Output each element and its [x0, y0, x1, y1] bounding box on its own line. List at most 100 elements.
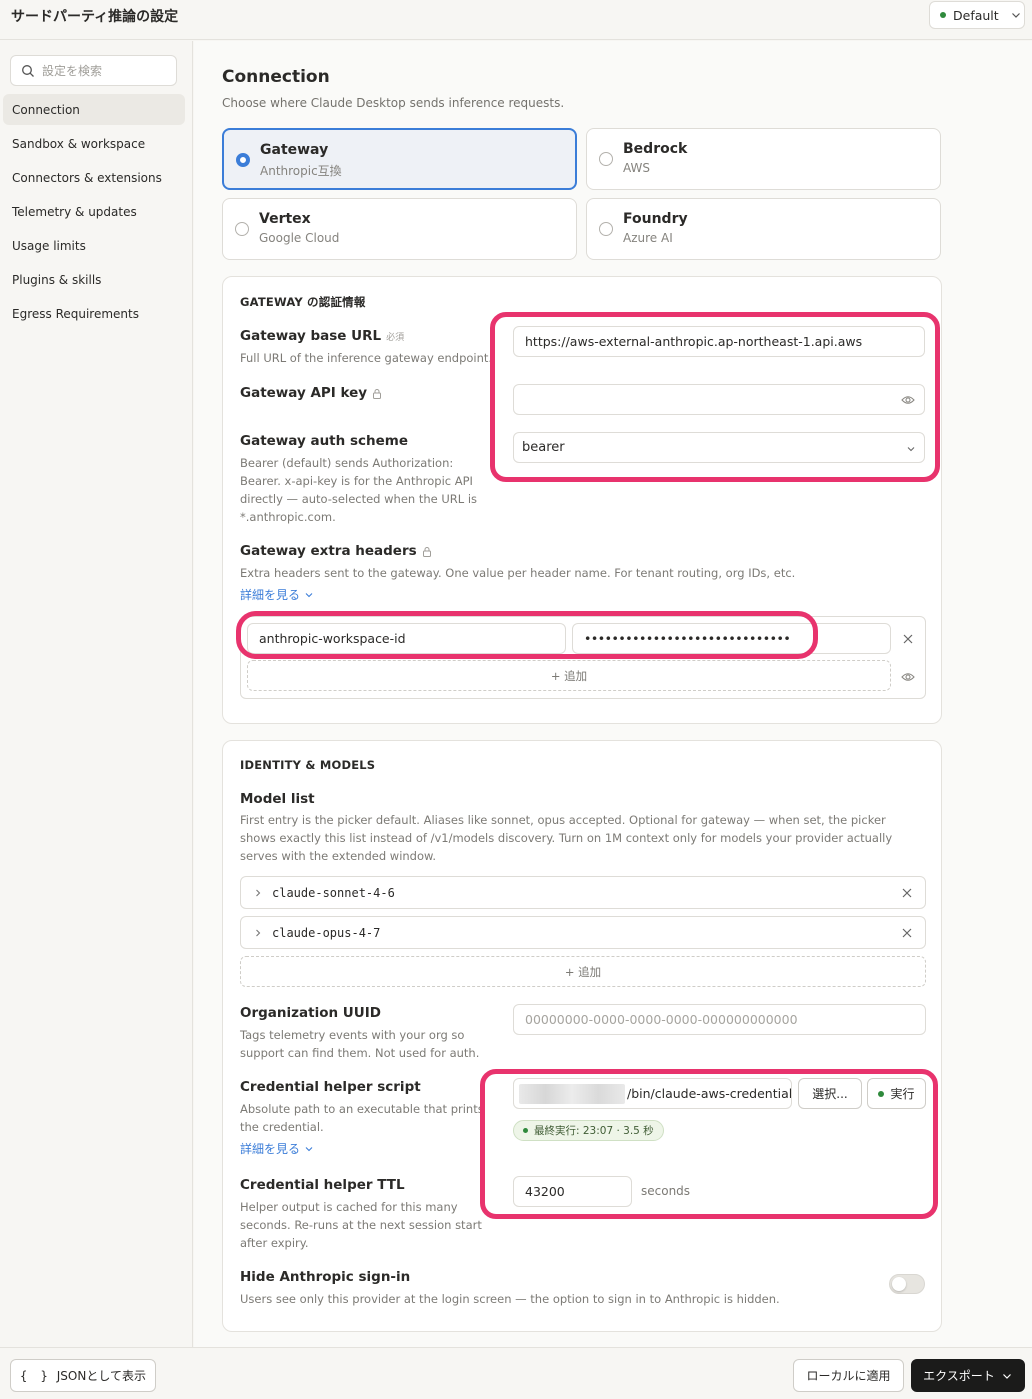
- chevron-down-icon: [305, 592, 313, 597]
- status-dot-icon: [523, 1128, 528, 1133]
- provider-sub: Anthropic互換: [260, 164, 342, 178]
- provider-sub: AWS: [623, 161, 651, 175]
- model-list-hint: First entry is the picker default. Alias…: [240, 813, 893, 863]
- auth-scheme-select[interactable]: bearer: [513, 432, 925, 463]
- profile-select[interactable]: Default: [929, 1, 1025, 29]
- ttl-label: Credential helper TTL: [240, 1177, 405, 1193]
- provider-name: Vertex: [259, 211, 311, 227]
- sidebar-item-connection[interactable]: Connection: [3, 94, 185, 125]
- provider-name: Foundry: [623, 211, 688, 227]
- ttl-unit: seconds: [641, 1184, 691, 1198]
- model-name: claude-sonnet-4-6: [272, 885, 395, 900]
- sidebar-item-sandbox-workspace[interactable]: Sandbox & workspace: [3, 128, 185, 159]
- page-title: Connection: [222, 67, 330, 87]
- extra-headers-details-link[interactable]: 詳細を見る: [240, 586, 314, 603]
- base-url-label: Gateway base URL 必須: [240, 328, 405, 344]
- header-value-input[interactable]: ••••••••••••••••••••••••••••••: [572, 623, 891, 654]
- profile-label: Default: [953, 7, 999, 23]
- add-header-button[interactable]: + 追加: [247, 660, 891, 691]
- auth-scheme-label: Gateway auth scheme: [240, 433, 408, 449]
- eye-icon[interactable]: [901, 671, 915, 683]
- chevron-right-icon[interactable]: [253, 888, 263, 898]
- sidebar-item-egress-requirements[interactable]: Egress Requirements: [3, 298, 185, 329]
- chevron-right-icon[interactable]: [253, 928, 263, 938]
- close-icon[interactable]: [900, 886, 914, 900]
- section-title: IDENTITY & MODELS: [240, 758, 376, 772]
- auth-scheme-value: bearer: [522, 440, 565, 455]
- sidebar-item-telemetry-updates[interactable]: Telemetry & updates: [3, 196, 185, 227]
- credential-helper-hint: Absolute path to an executable that prin…: [240, 1102, 484, 1134]
- eye-icon[interactable]: [901, 394, 915, 406]
- radio-selected-icon: [236, 153, 250, 167]
- org-uuid-input[interactable]: 00000000-0000-0000-0000-000000000000: [513, 1004, 926, 1035]
- provider-vertex[interactable]: Vertex Google Cloud: [222, 198, 577, 260]
- choose-file-button[interactable]: 選択...: [798, 1078, 862, 1109]
- base-url-input[interactable]: https://aws-external-anthropic.ap-northe…: [513, 326, 925, 357]
- status-dot-icon: [878, 1090, 885, 1097]
- model-name: claude-opus-4-7: [272, 925, 381, 940]
- provider-name: Bedrock: [623, 141, 688, 157]
- org-uuid-hint: Tags telemetry events with your org so s…: [240, 1028, 480, 1060]
- page-subtitle: Choose where Claude Desktop sends infere…: [222, 96, 565, 110]
- hide-signin-toggle[interactable]: [889, 1274, 925, 1294]
- ttl-input[interactable]: 43200: [513, 1176, 632, 1207]
- search-icon: [22, 64, 34, 77]
- run-helper-button[interactable]: 実行: [867, 1078, 926, 1109]
- radio-icon: [599, 152, 613, 166]
- sidebar-item-usage-limits[interactable]: Usage limits: [3, 230, 185, 261]
- model-row[interactable]: claude-sonnet-4-6: [240, 876, 926, 909]
- header-name-input[interactable]: anthropic-workspace-id: [247, 623, 566, 654]
- status-dot-icon: [940, 12, 946, 18]
- chevron-down-icon: [1002, 1373, 1011, 1379]
- provider-name: Gateway: [260, 142, 329, 158]
- close-icon[interactable]: [900, 926, 914, 940]
- credential-helper-details-link[interactable]: 詳細を見る: [240, 1140, 314, 1157]
- sidebar: Connection Sandbox & workspace Connector…: [0, 41, 193, 1347]
- main-panel: Connection Choose where Claude Desktop s…: [194, 41, 1032, 1347]
- identity-models-card: IDENTITY & MODELS Model list First entry…: [222, 740, 942, 1332]
- sidebar-item-plugins-skills[interactable]: Plugins & skills: [3, 264, 185, 295]
- lock-icon: [373, 388, 382, 399]
- section-title: GATEWAY の認証情報: [240, 295, 366, 309]
- gateway-credentials-card: GATEWAY の認証情報 Gateway base URL 必須 Full U…: [222, 276, 942, 724]
- required-tag: 必須: [386, 332, 405, 343]
- radio-icon: [599, 222, 613, 236]
- close-icon[interactable]: [901, 632, 915, 646]
- base-url-hint: Full URL of the inference gateway endpoi…: [240, 351, 493, 365]
- api-key-input[interactable]: [513, 384, 925, 415]
- hide-signin-label: Hide Anthropic sign-in: [240, 1269, 411, 1285]
- last-run-badge: 最終実行: 23:07 · 3.5 秒: [513, 1120, 664, 1141]
- settings-search[interactable]: [10, 55, 177, 86]
- provider-sub: Google Cloud: [259, 231, 340, 245]
- chevron-down-icon: [305, 1146, 313, 1151]
- api-key-label: Gateway API key: [240, 385, 382, 401]
- extra-headers-label: Gateway extra headers: [240, 543, 432, 559]
- org-uuid-label: Organization UUID: [240, 1005, 381, 1021]
- view-json-button[interactable]: { } JSONとして表示: [10, 1359, 156, 1392]
- sidebar-item-connectors-extensions[interactable]: Connectors & extensions: [3, 162, 185, 193]
- provider-bedrock[interactable]: Bedrock AWS: [586, 128, 941, 190]
- hide-signin-hint: Users see only this provider at the logi…: [240, 1292, 780, 1306]
- braces-icon: { }: [20, 1368, 51, 1383]
- radio-icon: [235, 222, 249, 236]
- auth-scheme-hint: Bearer (default) sends Authorization: Be…: [240, 456, 478, 524]
- headers-table: anthropic-workspace-id •••••••••••••••••…: [240, 616, 926, 699]
- apply-locally-button[interactable]: ローカルに適用: [793, 1359, 904, 1392]
- ttl-hint: Helper output is cached for this many se…: [240, 1200, 482, 1250]
- provider-foundry[interactable]: Foundry Azure AI: [586, 198, 941, 260]
- footer-bar: { } JSONとして表示 ローカルに適用 エクスポート: [0, 1347, 1032, 1399]
- provider-gateway[interactable]: Gateway Anthropic互換: [222, 128, 577, 190]
- app-title: サードパーティ推論の設定: [11, 9, 179, 25]
- provider-sub: Azure AI: [623, 231, 673, 245]
- credential-helper-path: /bin/claude-aws-credential-: [627, 1086, 792, 1101]
- export-button[interactable]: エクスポート: [911, 1359, 1025, 1392]
- extra-headers-hint: Extra headers sent to the gateway. One v…: [240, 566, 796, 580]
- lock-icon: [422, 546, 431, 557]
- credential-helper-path-input[interactable]: /bin/claude-aws-credential-: [513, 1078, 792, 1109]
- chevron-down-icon: [1011, 13, 1020, 18]
- model-row[interactable]: claude-opus-4-7: [240, 916, 926, 949]
- credential-helper-label: Credential helper script: [240, 1079, 421, 1095]
- add-model-button[interactable]: + 追加: [240, 956, 926, 987]
- search-input[interactable]: [42, 63, 162, 78]
- top-bar: サードパーティ推論の設定 Default: [0, 0, 1032, 40]
